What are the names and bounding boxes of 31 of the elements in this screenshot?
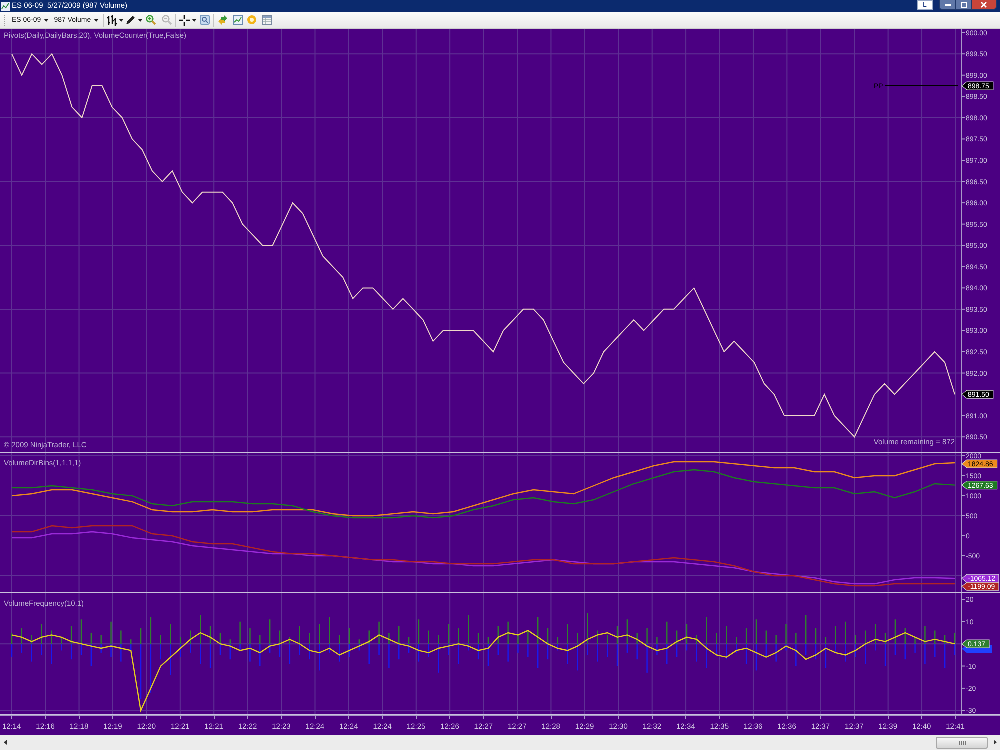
right-arrow-icon [994, 740, 996, 745]
caret-icon [94, 18, 100, 22]
caret-icon [138, 18, 144, 22]
crosshair-button[interactable] [178, 12, 198, 28]
pencil-icon [126, 15, 136, 25]
caret-icon [192, 18, 198, 22]
grip-icon [958, 740, 966, 744]
close-icon [981, 2, 987, 8]
properties-button[interactable] [199, 12, 212, 28]
close-button[interactable] [971, 0, 996, 9]
table-icon [262, 15, 272, 25]
chart-button[interactable] [232, 12, 244, 28]
zoom-in-button[interactable] [145, 12, 158, 28]
arrows-icon [218, 15, 228, 25]
app-icon [1, 2, 10, 10]
minimize-button[interactable] [940, 0, 955, 9]
bar-chart-icon [107, 14, 118, 26]
arrows-button[interactable] [217, 12, 230, 28]
chart-style-button[interactable] [106, 12, 126, 28]
crosshair-icon [179, 14, 190, 26]
maximize-button[interactable] [955, 0, 971, 9]
caret-icon [119, 18, 124, 22]
line-chart-icon [233, 15, 244, 25]
caret-icon [44, 18, 50, 22]
minimize-icon [944, 4, 950, 6]
maximize-icon [960, 2, 966, 8]
magnifier-icon [200, 15, 210, 25]
scrollbar-thumb[interactable] [936, 736, 988, 748]
left-arrow-icon [4, 740, 6, 745]
coin-icon [247, 15, 258, 25]
data-box-button[interactable] [261, 12, 274, 28]
